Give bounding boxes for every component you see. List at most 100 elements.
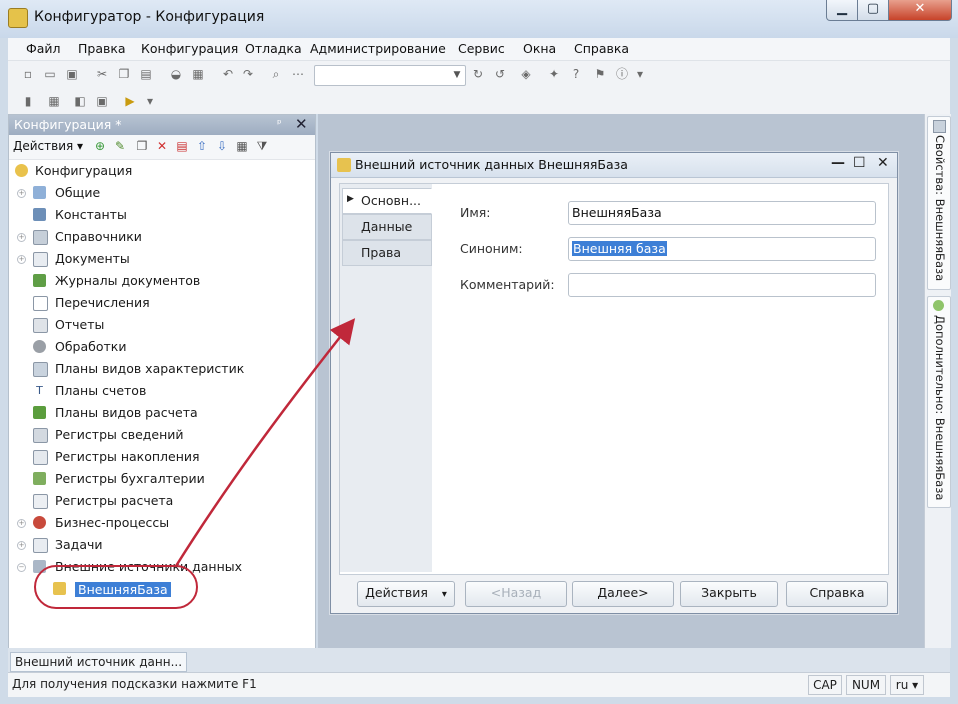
dialog-close-button[interactable]: ✕ xyxy=(877,155,889,171)
cut-icon[interactable]: ✂ xyxy=(94,66,110,82)
current-tab-arrow-icon: ▶ xyxy=(347,194,354,204)
copy-icon[interactable]: ❐ xyxy=(116,66,132,82)
status-hint: Для получения подсказки нажмите F1 xyxy=(12,677,257,691)
assistant-icon[interactable]: ✦ xyxy=(546,66,562,82)
menu-edit[interactable]: Правка xyxy=(78,41,126,56)
undo-icon[interactable]: ↶ xyxy=(220,66,236,82)
paste-icon[interactable]: ▤ xyxy=(138,66,154,82)
next-button[interactable]: Далее> xyxy=(572,581,674,607)
synonym-field[interactable]: Внешняя база xyxy=(568,237,876,261)
collapse-icon[interactable]: − xyxy=(17,563,26,572)
chevron-down-icon[interactable]: ▼ xyxy=(451,68,463,82)
calc-types-icon xyxy=(33,406,46,419)
menu-debug[interactable]: Отладка xyxy=(245,41,302,56)
dialog-actions-button[interactable]: Действия ▾ xyxy=(357,581,455,607)
run-debug-icon[interactable]: ▶ xyxy=(122,93,138,109)
actions-menu-button[interactable]: Действия ▾ xyxy=(13,139,83,153)
tab-basic[interactable]: ▶ Основн... xyxy=(342,188,432,214)
language-indicator[interactable]: ru ▾ xyxy=(890,675,924,695)
close-window-button[interactable]: ✕ xyxy=(888,0,952,21)
panel-close-icon[interactable]: ✕ xyxy=(295,115,308,133)
menu-administration[interactable]: Администрирование xyxy=(310,41,446,56)
search-next-icon[interactable]: ⋯ xyxy=(290,66,306,82)
window-taskbar: Внешний источник данн... xyxy=(8,648,950,672)
name-field[interactable]: ВнешняяБаза xyxy=(568,201,876,225)
add-icon[interactable]: ⊕ xyxy=(93,139,107,153)
find-in-tree-icon[interactable]: ◒ xyxy=(168,66,184,82)
additional-side-tab[interactable]: Дополнительно: ВнешняяБаза xyxy=(927,296,951,508)
main-toolbar: ▫ ▭ ▣ ✂ ❐ ▤ ◒ ▦ ↶ ↷ ⌕ ⋯ ▼ ↻ ↺ ◈ ✦ ? ⚑ ⓘ … xyxy=(8,60,950,89)
pin-icon[interactable]: ᵖ xyxy=(277,117,282,130)
comment-field[interactable] xyxy=(568,273,876,297)
expand-icon[interactable]: + xyxy=(17,255,26,264)
help-context-icon[interactable]: ? xyxy=(568,66,584,82)
properties-side-tab[interactable]: Свойства: ВнешняяБаза xyxy=(927,116,951,290)
menu-service[interactable]: Сервис xyxy=(458,41,505,56)
delete-icon[interactable]: ✕ xyxy=(155,139,169,153)
menu-file[interactable]: Файл xyxy=(26,41,61,56)
accounting-registers-icon xyxy=(33,472,46,485)
close-dialog-button[interactable]: Закрыть xyxy=(680,581,778,607)
synonym-label: Синоним: xyxy=(460,241,523,256)
tab-rights[interactable]: Права xyxy=(342,240,432,266)
properties-icon xyxy=(933,120,946,133)
move-down-icon[interactable]: ⇩ xyxy=(215,139,229,153)
menu-help[interactable]: Справка xyxy=(574,41,629,56)
panel-title: Конфигурация * xyxy=(14,117,122,132)
dialog-minimize-button[interactable]: — xyxy=(831,155,845,171)
toolbar-more-icon[interactable]: ▾ xyxy=(632,66,648,82)
bookmark-icon[interactable]: ◈ xyxy=(518,66,534,82)
search-combo[interactable]: ▼ xyxy=(314,65,466,86)
open-folder-icon[interactable]: ▭ xyxy=(42,66,58,82)
redo-icon[interactable]: ↷ xyxy=(240,66,256,82)
caps-indicator: CAP xyxy=(808,675,842,695)
minimize-button[interactable]: ▁ xyxy=(826,0,858,21)
additional-icon xyxy=(933,300,944,311)
properties-icon[interactable]: ▤ xyxy=(175,139,189,153)
dialog-title: Внешний источник данных ВнешняяБаза xyxy=(355,157,628,172)
window-list-icon[interactable]: ▮ xyxy=(20,93,36,109)
properties-icon[interactable]: ▦ xyxy=(190,66,206,82)
save-icon[interactable]: ▣ xyxy=(64,66,80,82)
accounts-icon: T xyxy=(33,384,46,397)
task-item-external-source[interactable]: Внешний источник данн... xyxy=(10,652,188,672)
tab-data[interactable]: Данные xyxy=(342,214,432,240)
new-file-icon[interactable]: ▫ xyxy=(20,66,36,82)
dialog-header: Внешний источник данных ВнешняяБаза — ☐ … xyxy=(331,153,897,178)
syntax-helper-icon[interactable]: ⚑ xyxy=(592,66,608,82)
maximize-button[interactable]: ▢ xyxy=(857,0,889,21)
constants-icon xyxy=(33,208,46,221)
configuration-icon xyxy=(15,164,28,177)
find-next-icon[interactable]: ↻ xyxy=(470,66,486,82)
app-icon xyxy=(8,8,28,28)
expand-icon[interactable]: + xyxy=(17,189,26,198)
panel-header: Конфигурация * ᵖ ✕ xyxy=(9,115,315,135)
external-source-dialog: Внешний источник данных ВнешняяБаза — ☐ … xyxy=(330,152,898,614)
toolbar-more-icon[interactable]: ▾ xyxy=(142,93,158,109)
external-source-icon xyxy=(337,158,351,172)
name-label: Имя: xyxy=(460,205,491,220)
tasks-icon xyxy=(33,538,48,553)
panel-toolbar: Действия ▾ ⊕ ✎ ❐ ✕ ▤ ⇧ ⇩ ▦ ⧩ xyxy=(9,135,315,160)
expand-icon[interactable]: + xyxy=(17,541,26,550)
expand-icon[interactable]: + xyxy=(17,233,26,242)
move-up-icon[interactable]: ⇧ xyxy=(195,139,209,153)
dialog-tabs: ▶ Основн... Данные Права xyxy=(340,184,432,572)
expand-icon[interactable]: + xyxy=(17,519,26,528)
search-icon[interactable]: ⌕ xyxy=(268,66,284,82)
config-window-icon[interactable]: ▦ xyxy=(46,93,62,109)
database-icon[interactable]: ◧ xyxy=(72,93,88,109)
update-db-icon[interactable]: ▣ xyxy=(94,93,110,109)
copy-icon[interactable]: ❐ xyxy=(135,139,149,153)
info-icon[interactable]: ⓘ xyxy=(614,66,630,82)
menu-windows[interactable]: Окна xyxy=(523,41,556,56)
back-button[interactable]: <Назад xyxy=(465,581,567,607)
find-prev-icon[interactable]: ↺ xyxy=(492,66,508,82)
menu-configuration[interactable]: Конфигурация xyxy=(141,41,238,56)
sort-icon[interactable]: ▦ xyxy=(235,139,249,153)
filter-icon[interactable]: ⧩ xyxy=(255,139,269,153)
help-button[interactable]: Справка xyxy=(786,581,888,607)
side-tabs: Свойства: ВнешняяБаза Дополнительно: Вне… xyxy=(924,114,951,648)
edit-icon[interactable]: ✎ xyxy=(113,139,127,153)
dialog-maximize-button[interactable]: ☐ xyxy=(853,155,866,171)
